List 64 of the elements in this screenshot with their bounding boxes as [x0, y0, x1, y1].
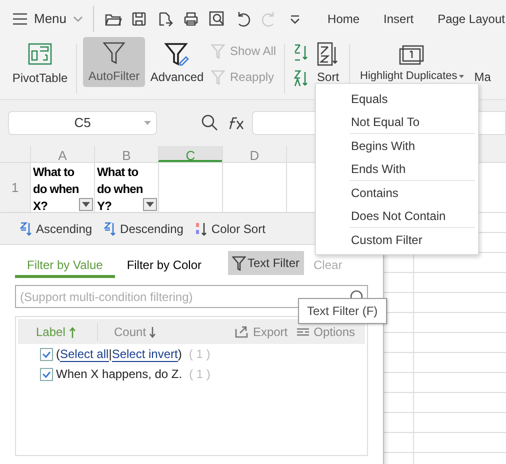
export-icon [234, 325, 249, 338]
preview-icon[interactable] [208, 10, 226, 28]
menu-item[interactable]: Does Not Contain [316, 204, 478, 227]
menu-item[interactable]: Ends With [316, 157, 478, 180]
caret-icon [82, 202, 90, 207]
color-sort-icon [195, 220, 208, 236]
options-icon [296, 326, 310, 336]
text-filter-button[interactable]: Text Filter [228, 251, 304, 275]
select-link[interactable]: Select all [60, 347, 109, 362]
table-cell: What to do when Y? [97, 164, 143, 215]
ribbon-tab[interactable]: Insert [384, 10, 414, 28]
autofilter-button[interactable]: AutoFilter [83, 37, 145, 87]
sort-icon [317, 42, 340, 66]
list-item-label[interactable]: (Select all|Select invert) [56, 345, 182, 363]
item-count: ( 1 ) [188, 346, 210, 363]
check-icon [42, 370, 51, 378]
descending-button[interactable]: Descending [104, 220, 184, 238]
save-icon[interactable] [130, 10, 148, 28]
advanced-button[interactable]: Advanced [151, 39, 203, 87]
menu-item[interactable]: Contains [316, 181, 478, 204]
function-icon[interactable] [227, 116, 245, 130]
pivottable-button[interactable]: PivotTable [10, 43, 70, 91]
menu-item[interactable]: Custom Filter [316, 228, 478, 251]
funnel-icon [232, 255, 246, 271]
menu-item[interactable]: Not Equal To [316, 110, 478, 133]
menu-button[interactable]: Menu [12, 9, 87, 29]
up-arrow-icon [68, 326, 76, 338]
fx-icon [227, 116, 245, 130]
highlight-duplicates-button[interactable]: Highlight Duplicates [360, 42, 464, 84]
funnel-eye-icon [211, 43, 227, 59]
checkbox[interactable] [40, 368, 53, 380]
item-count: ( 1 ) [189, 366, 210, 383]
menu-item[interactable]: Equals [316, 87, 478, 110]
funnel-refresh-icon [211, 69, 227, 85]
funnel-pencil-icon [164, 42, 190, 66]
color-sort-button[interactable]: Color Sort [195, 220, 266, 238]
print-icon[interactable] [182, 10, 200, 28]
ribbon-label: Ma [474, 69, 491, 86]
sort-za-icon [104, 220, 116, 236]
menu-item[interactable]: Begins With [316, 134, 478, 157]
check-icon [42, 350, 51, 358]
select-link[interactable]: Select invert [112, 347, 178, 362]
pivot-table-icon [28, 43, 52, 65]
list-item-label[interactable]: When X happens, do Z. [56, 365, 182, 383]
filter-dropdown-button[interactable] [143, 198, 157, 211]
checkbox[interactable] [40, 348, 53, 360]
ribbon-tab[interactable]: Home [328, 10, 360, 28]
filter-dropdown-button[interactable] [79, 198, 93, 211]
table-cell: What to do when X? [33, 164, 79, 215]
tooltip: Text Filter (F) [298, 298, 387, 324]
menu-icon [12, 13, 28, 25]
ascending-button[interactable]: Ascending [20, 220, 92, 238]
zoom-icon [201, 114, 219, 132]
caret-icon [146, 202, 154, 207]
sort-button[interactable]: Sort [317, 42, 340, 86]
down-arrow-icon [149, 326, 156, 338]
caret-icon [459, 74, 464, 78]
ribbon-tab[interactable]: Page Layout [438, 10, 505, 28]
sort-za-icon [293, 69, 310, 89]
name-box[interactable]: C5 [8, 111, 157, 135]
caret-icon [144, 121, 151, 125]
funnel-icon [102, 41, 126, 65]
filter-tab[interactable]: Filter by Color [114, 254, 214, 278]
chevron-down-icon [72, 16, 83, 22]
